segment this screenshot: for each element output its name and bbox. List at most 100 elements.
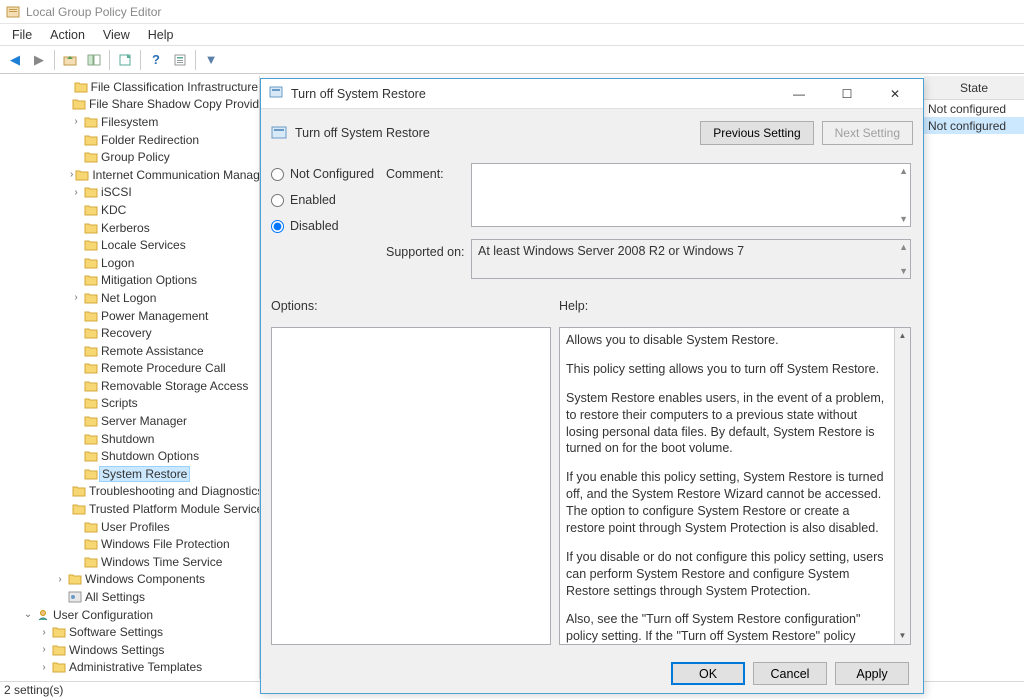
menu-action[interactable]: Action <box>42 26 93 44</box>
radio-not-configured[interactable]: Not Configured <box>271 161 386 187</box>
tree-item-label: Net Logon <box>100 291 157 305</box>
tree-item[interactable]: › Net Logon <box>6 289 259 307</box>
tree-item[interactable]: Remote Procedure Call <box>6 360 259 378</box>
tree-item[interactable]: Shutdown Options <box>6 447 259 465</box>
scroll-down-icon[interactable]: ▼ <box>895 628 910 644</box>
previous-setting-button[interactable]: Previous Setting <box>700 121 813 145</box>
chevron-up-icon[interactable]: ▲ <box>899 242 908 252</box>
tree-item[interactable]: Folder Redirection <box>6 131 259 149</box>
supported-on-box: At least Windows Server 2008 R2 or Windo… <box>471 239 911 279</box>
show-hide-tree-icon[interactable] <box>83 49 105 71</box>
chevron-right-icon[interactable]: › <box>70 292 82 303</box>
scrollbar[interactable]: ▲ ▼ <box>894 328 910 644</box>
chevron-right-icon[interactable]: › <box>70 116 82 127</box>
titlebar: Local Group Policy Editor <box>0 0 1024 24</box>
properties-icon[interactable] <box>169 49 191 71</box>
export-list-icon[interactable] <box>114 49 136 71</box>
tree-item[interactable]: File Classification Infrastructure <box>6 78 259 96</box>
folder-icon <box>52 626 66 638</box>
menu-file[interactable]: File <box>4 26 40 44</box>
cancel-button[interactable]: Cancel <box>753 662 827 685</box>
chevron-right-icon[interactable]: › <box>54 574 66 585</box>
tree-item[interactable]: System Restore <box>6 465 259 483</box>
back-icon[interactable]: ◀ <box>4 49 26 71</box>
tree-item[interactable]: All Settings <box>6 588 259 606</box>
tree-item-label: Windows File Protection <box>100 537 231 551</box>
filter-icon[interactable]: ▼ <box>200 49 222 71</box>
right-header-state[interactable]: State <box>924 76 1024 100</box>
chevron-right-icon[interactable]: › <box>38 627 50 638</box>
chevron-up-icon[interactable]: ▲ <box>899 166 908 176</box>
tree-item[interactable]: Kerberos <box>6 219 259 237</box>
radio-label: Enabled <box>290 193 336 207</box>
radio-input[interactable] <box>271 194 284 207</box>
scroll-up-icon[interactable]: ▲ <box>895 328 910 344</box>
state-row[interactable]: Not configured <box>924 117 1024 134</box>
dialog-title: Turn off System Restore <box>291 87 426 101</box>
tree-item[interactable]: › iSCSI <box>6 184 259 202</box>
tree-item[interactable]: Group Policy <box>6 148 259 166</box>
chevron-down-icon[interactable]: ⌄ <box>22 609 34 620</box>
tree-item-label: Windows Components <box>84 572 206 586</box>
tree-item[interactable]: File Share Shadow Copy Provider <box>6 96 259 114</box>
tree-item[interactable]: › Windows Components <box>6 571 259 589</box>
menu-view[interactable]: View <box>95 26 138 44</box>
radio-input[interactable] <box>271 168 284 181</box>
tree-item-label: iSCSI <box>100 185 133 199</box>
dialog-heading: Turn off System Restore <box>295 126 430 140</box>
tree-item[interactable]: Server Manager <box>6 412 259 430</box>
tree-item[interactable]: › Internet Communication Management <box>6 166 259 184</box>
tree-item[interactable]: ⌄User Configuration <box>6 606 259 624</box>
chevron-down-icon[interactable]: ▼ <box>899 214 908 224</box>
separator <box>195 50 196 70</box>
radio-input[interactable] <box>271 220 284 233</box>
tree-item[interactable]: ›Administrative Templates <box>6 659 259 677</box>
minimize-icon[interactable]: — <box>779 80 819 108</box>
tree-item[interactable]: Logon <box>6 254 259 272</box>
tree-view[interactable]: File Classification InfrastructureFile S… <box>0 76 260 679</box>
ok-button[interactable]: OK <box>671 662 745 685</box>
tree-item-label: User Profiles <box>100 520 171 534</box>
tree-item[interactable]: Power Management <box>6 307 259 325</box>
tree-item[interactable]: Locale Services <box>6 236 259 254</box>
tree-item[interactable]: KDC <box>6 201 259 219</box>
tree-item[interactable]: Trusted Platform Module Services <box>6 500 259 518</box>
state-row[interactable]: Not configured <box>924 100 1024 117</box>
comment-textarea[interactable]: ▲ ▼ <box>471 163 911 227</box>
tree-item[interactable]: Scripts <box>6 395 259 413</box>
tree-item[interactable]: Windows Time Service <box>6 553 259 571</box>
window-title: Local Group Policy Editor <box>26 5 161 19</box>
tree-item[interactable]: Windows File Protection <box>6 535 259 553</box>
tree-item[interactable]: Remote Assistance <box>6 342 259 360</box>
chevron-right-icon[interactable]: › <box>38 644 50 655</box>
tree-item[interactable]: ›Software Settings <box>6 623 259 641</box>
tree-item[interactable]: Troubleshooting and Diagnostics <box>6 483 259 501</box>
chevron-right-icon[interactable]: › <box>70 169 73 180</box>
up-folder-icon[interactable] <box>59 49 81 71</box>
radio-disabled[interactable]: Disabled <box>271 213 386 239</box>
forward-icon[interactable]: ▶ <box>28 49 50 71</box>
apply-button[interactable]: Apply <box>835 662 909 685</box>
radio-label: Disabled <box>290 219 339 233</box>
maximize-icon[interactable]: ☐ <box>827 80 867 108</box>
chevron-right-icon[interactable]: › <box>70 187 82 198</box>
folder-icon <box>84 362 98 374</box>
radio-enabled[interactable]: Enabled <box>271 187 386 213</box>
help-icon[interactable]: ? <box>145 49 167 71</box>
chevron-down-icon[interactable]: ▼ <box>899 266 908 276</box>
tree-item-label: Shutdown Options <box>100 449 200 463</box>
tree-item[interactable]: Removable Storage Access <box>6 377 259 395</box>
tree-item[interactable]: ›Filesystem <box>6 113 259 131</box>
tree-item-label: Internet Communication Management <box>91 168 260 182</box>
chevron-right-icon[interactable]: › <box>38 662 50 673</box>
tree-item[interactable]: Recovery <box>6 324 259 342</box>
folder-icon <box>84 116 98 128</box>
menu-help[interactable]: Help <box>140 26 182 44</box>
tree-item[interactable]: User Profiles <box>6 518 259 536</box>
close-icon[interactable]: ✕ <box>875 80 915 108</box>
tree-item[interactable]: Mitigation Options <box>6 272 259 290</box>
dialog-heading-icon <box>271 124 287 143</box>
radio-group: Not Configured Enabled Disabled <box>271 161 386 239</box>
tree-item[interactable]: ›Windows Settings <box>6 641 259 659</box>
tree-item[interactable]: Shutdown <box>6 430 259 448</box>
